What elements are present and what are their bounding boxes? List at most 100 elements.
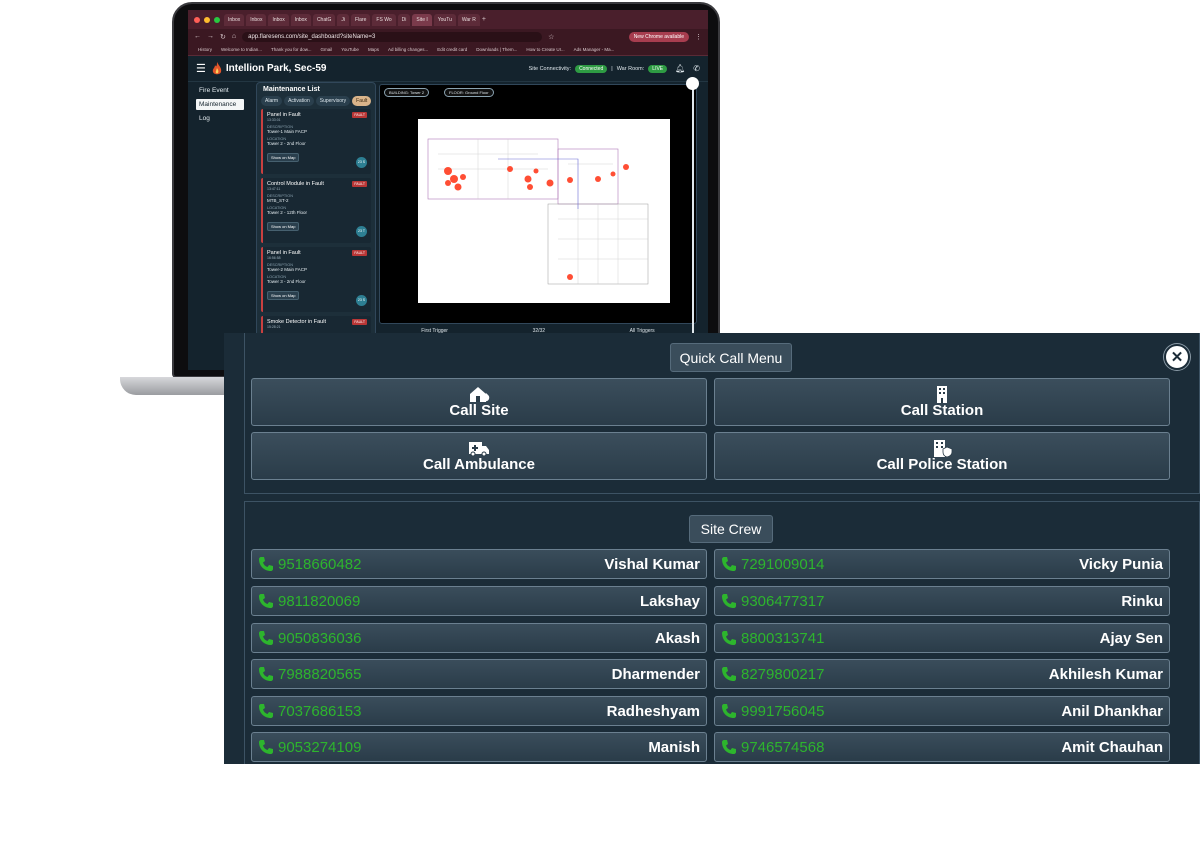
- bookmarks-bar: History Welcome to Indian... Thank you f…: [188, 44, 708, 56]
- viewer-slider-track[interactable]: [692, 84, 694, 334]
- bell-icon[interactable]: 🔔︎: [675, 64, 685, 73]
- browser-tab[interactable]: Inbox: [290, 13, 311, 26]
- browser-tab[interactable]: War R: [457, 13, 480, 26]
- crew-call-row[interactable]: 9811820069 Lakshay: [251, 586, 707, 616]
- back-icon[interactable]: ←: [194, 33, 201, 40]
- menu-dots-icon[interactable]: ⋮: [695, 33, 702, 41]
- crew-phone-number: 9991756045: [741, 702, 825, 720]
- bookmark-item[interactable]: History: [198, 47, 212, 52]
- url-field[interactable]: app.flaresens.com/site_dashboard?siteNam…: [242, 31, 543, 42]
- phone-icon: [259, 667, 273, 681]
- crew-call-row[interactable]: 9746574568 Amit Chauhan: [714, 732, 1170, 762]
- call-station-button[interactable]: Call Station: [714, 378, 1170, 426]
- crew-phone-number: 9811820069: [278, 592, 361, 610]
- home-icon[interactable]: ⌂: [232, 33, 236, 40]
- browser-tab[interactable]: Ji: [337, 13, 350, 26]
- call-police-station-button[interactable]: Call Police Station: [714, 432, 1170, 480]
- close-window-dot[interactable]: [194, 16, 200, 23]
- bookmark-item[interactable]: Thank you for dow...: [271, 47, 312, 52]
- maintenance-list-title: Maintenance List: [263, 86, 320, 93]
- phone-icon: [722, 704, 736, 718]
- crew-call-row[interactable]: 7988820565 Dharmender: [251, 659, 707, 689]
- filter-supervisory[interactable]: Supervisory: [315, 96, 351, 106]
- phone-icon: [722, 667, 736, 681]
- crew-call-row[interactable]: 7037686153 Radheshyam: [251, 696, 707, 726]
- nav-item-maintenance[interactable]: Maintenance: [196, 99, 244, 110]
- browser-tab[interactable]: Flare: [351, 13, 371, 26]
- phone-icon: [259, 594, 273, 608]
- minimize-window-dot[interactable]: [204, 16, 210, 23]
- bookmark-item[interactable]: Maps: [368, 47, 379, 52]
- crew-name: Ajay Sen: [1099, 629, 1163, 647]
- crew-call-row[interactable]: 8800313741 Ajay Sen: [714, 623, 1170, 653]
- chrome-update-button[interactable]: New Chrome available: [628, 31, 689, 42]
- crew-phone-number: 9518660482: [278, 555, 362, 573]
- browser-tab-active[interactable]: Site I: [412, 13, 432, 26]
- bookmark-star-icon[interactable]: ☆: [548, 33, 554, 41]
- crew-call-row[interactable]: 9306477317 Rinku: [714, 586, 1170, 616]
- browser-tab[interactable]: Di: [397, 13, 411, 26]
- browser-tab[interactable]: FS Wo: [372, 13, 396, 26]
- reload-icon[interactable]: ↻: [220, 33, 226, 41]
- maintenance-card[interactable]: Panel in Fault FAULT 16:56:58 DESCRIPTIO…: [261, 247, 371, 312]
- floor-plan-svg: [427, 138, 649, 285]
- bookmark-item[interactable]: How to Create UI...: [526, 47, 564, 52]
- filter-alarm[interactable]: Alarm: [261, 96, 283, 106]
- bookmark-item[interactable]: Edit credit card: [437, 47, 467, 52]
- call-site-button[interactable]: Call Site: [251, 378, 707, 426]
- nav-item-fire-event[interactable]: Fire Event: [196, 85, 244, 96]
- crew-call-row[interactable]: 9518660482 Vishal Kumar: [251, 549, 707, 579]
- crew-call-row[interactable]: 8279800217 Akhilesh Kumar: [714, 659, 1170, 689]
- maintenance-card[interactable]: Panel in Fault FAULT 13:33:01 DESCRIPTIO…: [261, 109, 371, 174]
- floor-plan-drawing[interactable]: [418, 119, 670, 303]
- show-on-map-button[interactable]: Show on Map: [267, 291, 300, 300]
- site-connectivity-label: Site Connectivity:: [528, 65, 572, 72]
- maximize-window-dot[interactable]: [214, 16, 220, 23]
- app-header: ☰ Intellion Park, Sec-59 Site Connectivi…: [188, 56, 708, 82]
- maintenance-card[interactable]: Control Module in Fault FAULT 13:47:11 D…: [261, 178, 371, 243]
- floor-plan-viewer[interactable]: BUILDING: Tower 2 FLOOR: Ground Floor: [379, 84, 697, 324]
- close-icon: ✕: [1170, 349, 1184, 366]
- show-on-map-button[interactable]: Show on Map: [267, 153, 300, 162]
- viewer-slider-knob[interactable]: [686, 77, 699, 90]
- crew-call-row[interactable]: 9053274109 Manish: [251, 732, 707, 762]
- phone-icon: [722, 557, 736, 571]
- floor-chip[interactable]: FLOOR: Ground Floor: [444, 88, 494, 97]
- building-chip[interactable]: BUILDING: Tower 2: [384, 88, 430, 97]
- browser-tab[interactable]: Inbox: [224, 13, 245, 26]
- browser-tab[interactable]: ChatG: [312, 13, 336, 26]
- filter-activation[interactable]: Activation: [284, 96, 314, 106]
- quick-call-section: Quick Call Menu ✕ Call Site Call Station: [244, 333, 1200, 494]
- new-tab-icon[interactable]: +: [482, 16, 486, 23]
- browser-tab[interactable]: Inbox: [268, 13, 289, 26]
- crew-phone-number: 7037686153: [278, 702, 362, 720]
- show-on-map-button[interactable]: Show on Map: [267, 222, 300, 231]
- flame-logo-icon: [212, 61, 222, 74]
- bookmark-item[interactable]: Downloads | Them...: [476, 47, 517, 52]
- crew-name: Vicky Punia: [1079, 555, 1163, 573]
- bookmark-item[interactable]: YouTube: [341, 47, 359, 52]
- phone-icon[interactable]: ✆: [693, 64, 700, 73]
- card-loc: Tower 3 - 2nd Floor: [267, 279, 306, 284]
- hamburger-menu-icon[interactable]: ☰: [196, 62, 206, 75]
- header-status: Site Connectivity: Connected | War Room:…: [529, 64, 700, 73]
- crew-name: Anil Dhankhar: [1061, 702, 1163, 720]
- bookmark-item[interactable]: Ads Manager - Ma...: [574, 47, 615, 52]
- card-desc: MTB_ST-2: [267, 198, 289, 203]
- forward-icon[interactable]: →: [207, 33, 214, 40]
- crew-call-row[interactable]: 7291009014 Vicky Punia: [714, 549, 1170, 579]
- browser-tab[interactable]: YouTu: [433, 13, 456, 26]
- call-ambulance-button[interactable]: Call Ambulance: [251, 432, 707, 480]
- browser-tab[interactable]: Inbox: [246, 13, 267, 26]
- card-desc: Tower-2 Main FACP: [267, 267, 308, 272]
- filter-fault[interactable]: Fault: [352, 96, 372, 106]
- nav-item-log[interactable]: Log: [196, 113, 244, 124]
- bookmark-item[interactable]: Ad billing changes...: [388, 47, 428, 52]
- close-button[interactable]: ✕: [1164, 344, 1190, 370]
- crew-call-row[interactable]: 9991756045 Anil Dhankhar: [714, 696, 1170, 726]
- call-site-label: Call Site: [449, 402, 509, 419]
- crew-call-row[interactable]: 9050836036 Akash: [251, 623, 707, 653]
- bookmark-item[interactable]: Gmail: [320, 47, 332, 52]
- card-loc: Tower 2 - 12th Floor: [267, 210, 308, 215]
- bookmark-item[interactable]: Welcome to Indian...: [221, 47, 262, 52]
